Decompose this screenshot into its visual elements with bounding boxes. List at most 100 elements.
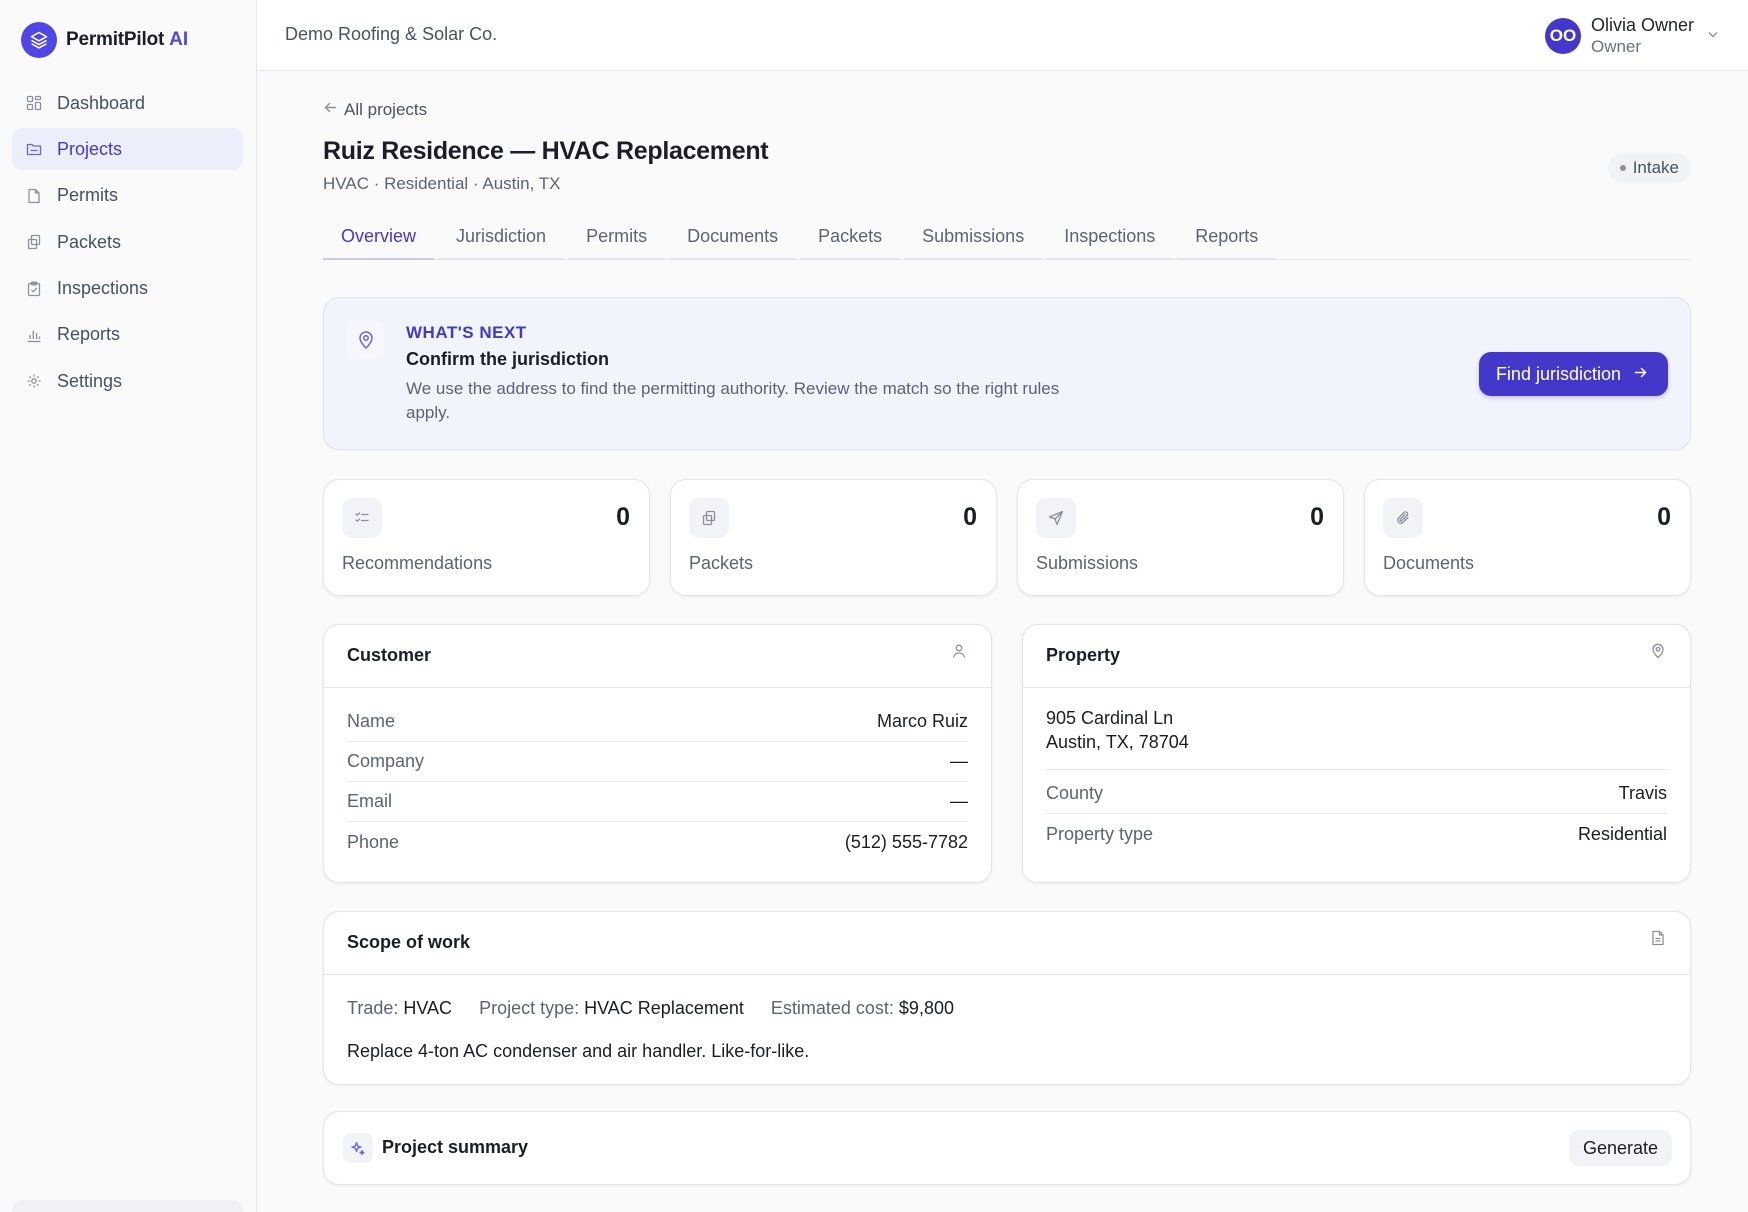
page-title: Ruiz Residence — HVAC Replacement bbox=[323, 137, 769, 165]
sidebar-item-packets[interactable]: Packets bbox=[12, 221, 243, 263]
field-row: Email — bbox=[347, 782, 968, 822]
address-line-1: 905 Cardinal Ln bbox=[1046, 708, 1174, 728]
field-label: County bbox=[1046, 783, 1104, 803]
avatar: OO bbox=[1544, 18, 1581, 54]
brand[interactable]: PermitPilot AI bbox=[21, 22, 188, 58]
scope-of-work-card: Scope of work Trade: HVAC Project type: … bbox=[323, 911, 1691, 1085]
sidebar-item-inspections[interactable]: Inspections bbox=[12, 268, 243, 310]
sidebar: PermitPilot AI Dashboard Projects Permit… bbox=[0, 0, 257, 1212]
field-value: Residential bbox=[1577, 823, 1667, 844]
tab-jurisdiction[interactable]: Jurisdiction bbox=[438, 214, 565, 260]
stat-label: Recommendations bbox=[342, 553, 493, 573]
scope-meta: Trade: HVAC Project type: HVAC Replaceme… bbox=[347, 998, 954, 1019]
card-title: Property bbox=[1046, 645, 1121, 665]
send-icon bbox=[1036, 498, 1076, 538]
status-badge: Intake bbox=[1607, 153, 1691, 183]
tab-permits[interactable]: Permits bbox=[568, 214, 666, 260]
user-name: Olivia Owner bbox=[1590, 15, 1694, 35]
checklist-icon bbox=[342, 498, 382, 538]
sidebar-item-label: Inspections bbox=[57, 278, 149, 299]
card-header: Scope of work bbox=[324, 912, 1690, 975]
sidebar-item-label: Dashboard bbox=[57, 92, 146, 113]
whats-next-card: WHAT'S NEXT Confirm the jurisdiction We … bbox=[323, 297, 1691, 450]
user-info: Olivia Owner Owner bbox=[1591, 14, 1694, 58]
sidebar-item-projects[interactable]: Projects bbox=[12, 128, 243, 171]
brand-name: PermitPilot bbox=[66, 29, 165, 50]
back-link-label: All projects bbox=[344, 100, 428, 119]
folder-icon bbox=[26, 141, 42, 157]
arrow-left-icon bbox=[323, 100, 338, 120]
card-title: Customer bbox=[347, 645, 432, 665]
sidebar-item-label: Reports bbox=[57, 324, 121, 345]
property-card: Property 905 Cardinal Ln Austin, TX, 787… bbox=[1022, 624, 1691, 883]
card-header: Customer bbox=[324, 625, 991, 688]
user-role: Owner bbox=[1590, 37, 1642, 56]
tab-packets[interactable]: Packets bbox=[800, 214, 901, 260]
sidebar-item-reports[interactable]: Reports bbox=[12, 314, 243, 356]
property-address: 905 Cardinal Ln Austin, TX, 78704 bbox=[1046, 688, 1667, 770]
generate-summary-button[interactable]: Generate bbox=[1568, 1130, 1672, 1166]
sidebar-item-dashboard[interactable]: Dashboard bbox=[12, 82, 243, 124]
field-row: Name Marco Ruiz bbox=[347, 702, 968, 742]
field-row: Property type Residential bbox=[1046, 814, 1667, 854]
stat-label: Documents bbox=[1383, 553, 1475, 573]
stat-card-documents[interactable]: 0 Documents bbox=[1364, 479, 1691, 596]
find-jurisdiction-button[interactable]: Find jurisdiction bbox=[1478, 352, 1668, 396]
tab-inspections[interactable]: Inspections bbox=[1046, 214, 1174, 260]
page-subtitle: HVAC · Residential · Austin, TX bbox=[323, 174, 561, 193]
scope-trade: Trade: HVAC bbox=[347, 998, 452, 1019]
dashboard-icon bbox=[26, 95, 42, 111]
stat-card-recommendations[interactable]: 0 Recommendations bbox=[323, 479, 650, 596]
field-value: — bbox=[950, 751, 968, 771]
project-tabs: Overview Jurisdiction Permits Documents … bbox=[323, 214, 1691, 260]
stat-card-packets[interactable]: 0 Packets bbox=[670, 479, 997, 596]
packets-icon bbox=[26, 234, 42, 250]
button-label: Find jurisdiction bbox=[1495, 363, 1621, 384]
field-value: Marco Ruiz bbox=[876, 711, 968, 731]
sidebar-item-label: Settings bbox=[57, 370, 123, 391]
stat-value: 0 bbox=[963, 503, 977, 531]
customer-card: Customer Name Marco Ruiz Company — Email — … bbox=[323, 624, 992, 883]
gear-icon bbox=[26, 373, 42, 389]
whats-next-kicker: WHAT'S NEXT bbox=[406, 323, 527, 342]
brand-suffix: AI bbox=[169, 29, 189, 50]
stat-card-submissions[interactable]: 0 Submissions bbox=[1017, 479, 1344, 596]
field-row: County Travis bbox=[1046, 774, 1667, 814]
address-line-2: Austin, TX, 78704 bbox=[1046, 732, 1189, 752]
status-label: Intake bbox=[1632, 158, 1679, 177]
sidebar-item-permits[interactable]: Permits bbox=[12, 175, 243, 217]
stat-label: Submissions bbox=[1036, 553, 1139, 573]
card-title: Project summary bbox=[382, 1137, 529, 1157]
tab-reports[interactable]: Reports bbox=[1177, 214, 1277, 260]
field-row: Company — bbox=[347, 742, 968, 782]
clipboard-icon bbox=[26, 281, 42, 297]
whats-next-description: We use the address to find the permittin… bbox=[406, 379, 1060, 422]
field-value: HVAC Replacement bbox=[584, 998, 744, 1018]
scope-description: Replace 4-ton AC condenser and air handl… bbox=[347, 1041, 810, 1061]
field-label: Property type bbox=[1046, 823, 1154, 844]
field-value: HVAC bbox=[403, 998, 453, 1018]
org-name: Demo Roofing & Solar Co. bbox=[285, 24, 498, 44]
top-header: Demo Roofing & Solar Co. OO Olivia Owner… bbox=[257, 0, 1748, 71]
customer-fields: Name Marco Ruiz Company — Email — Phone (512… bbox=[324, 688, 991, 862]
sidebar-item-label: Packets bbox=[57, 231, 122, 252]
project-summary-card: Project summary Generate bbox=[323, 1111, 1691, 1185]
stat-label: Packets bbox=[689, 553, 754, 573]
tab-documents[interactable]: Documents bbox=[669, 214, 797, 260]
field-label: Trade: bbox=[347, 998, 399, 1018]
user-menu[interactable]: OO Olivia Owner Owner bbox=[1544, 14, 1720, 58]
scope-project-type: Project type: HVAC Replacement bbox=[479, 998, 744, 1019]
field-label: Company bbox=[347, 751, 425, 771]
packets-icon bbox=[689, 498, 729, 538]
tab-submissions[interactable]: Submissions bbox=[904, 214, 1043, 260]
sidebar-footer bbox=[12, 1200, 243, 1212]
tab-overview[interactable]: Overview bbox=[323, 214, 435, 260]
scope-cost: Estimated cost: $9,800 bbox=[771, 998, 954, 1019]
sidebar-nav: Dashboard Projects Permits Packets Inspe… bbox=[12, 82, 243, 407]
sidebar-item-settings[interactable]: Settings bbox=[12, 360, 243, 402]
field-value: — bbox=[950, 791, 968, 811]
field-row: Phone (512) 555-7782 bbox=[347, 822, 968, 862]
layers-logo-icon bbox=[21, 22, 57, 58]
stat-value: 0 bbox=[616, 503, 630, 531]
back-to-projects-link[interactable]: All projects bbox=[323, 100, 427, 120]
